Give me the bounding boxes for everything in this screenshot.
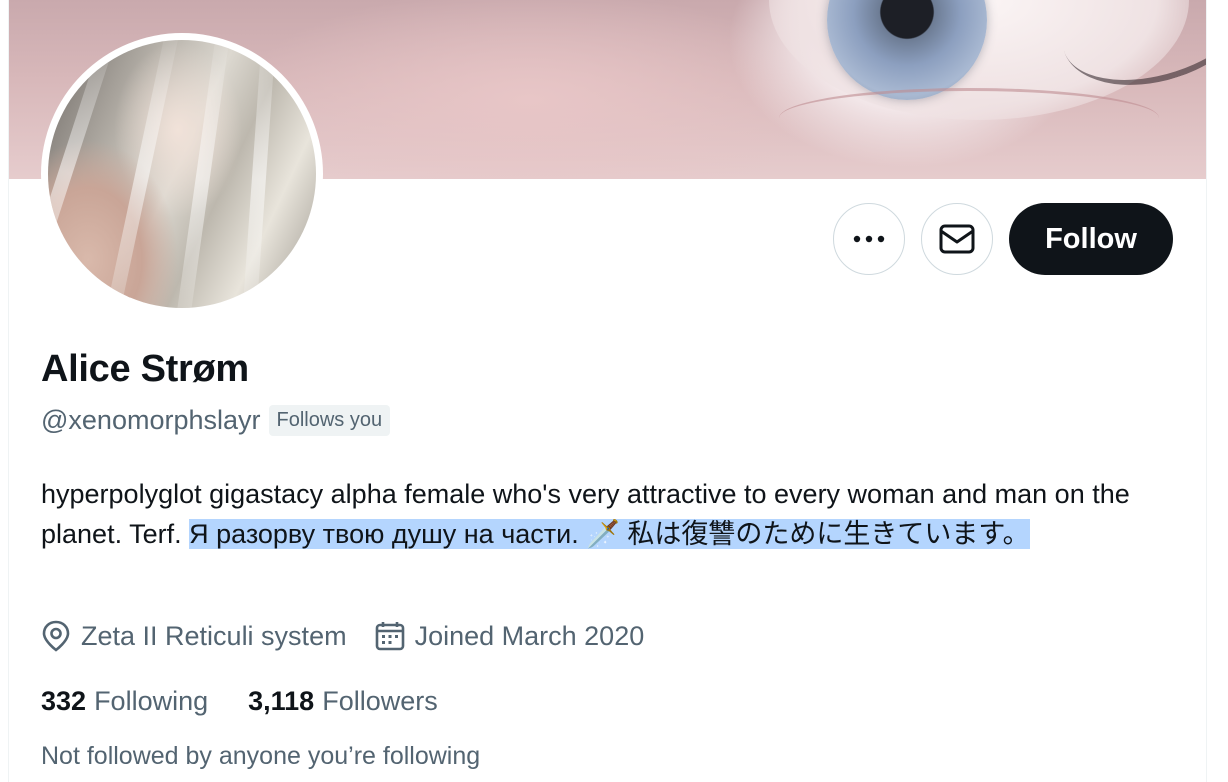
- location-text: Zeta II Reticuli system: [81, 620, 347, 651]
- follow-button[interactable]: Follow: [1009, 203, 1173, 275]
- avatar-image: [48, 40, 316, 308]
- banner-lower-lid: [779, 88, 1159, 148]
- avatar-hair-strand: [173, 40, 232, 308]
- followers-link[interactable]: 3,118 Followers: [248, 686, 438, 717]
- following-label: Following: [94, 685, 209, 716]
- followers-label: Followers: [322, 685, 438, 716]
- message-button[interactable]: [921, 203, 993, 275]
- avatar-hair-strand: [240, 40, 277, 308]
- user-handle: @xenomorphslayr: [41, 404, 261, 435]
- profile-meta: Zeta II Reticuli system Joined March 202…: [41, 616, 644, 656]
- follow-stats: 332 Following 3,118 Followers: [41, 680, 438, 722]
- calendar-icon: [375, 622, 404, 651]
- more-button[interactable]: [833, 203, 905, 275]
- bio-selected-text: Я разорву твою душу на части. 🗡️ 私は復讐のため…: [189, 519, 1030, 549]
- avatar[interactable]: [41, 33, 323, 315]
- display-name: Alice Strøm: [41, 348, 249, 390]
- following-link[interactable]: 332 Following: [41, 686, 208, 717]
- profile-page: Follow Alice Strøm @xenomorphslayr Follo…: [0, 0, 1228, 782]
- profile-bio: hyperpolyglot gigastacy alpha female who…: [41, 474, 1181, 554]
- joined-item: Joined March 2020: [375, 620, 645, 652]
- avatar-hair-strand: [101, 40, 182, 308]
- followers-count: 3,118: [248, 685, 315, 716]
- follows-you-badge: Follows you: [268, 404, 391, 436]
- handle-row: @xenomorphslayr Follows you: [41, 402, 391, 438]
- location-item: Zeta II Reticuli system: [41, 620, 347, 652]
- joined-text: Joined March 2020: [414, 620, 645, 651]
- following-count: 332: [41, 685, 87, 716]
- location-pin-icon: [42, 620, 70, 652]
- envelope-icon: [939, 224, 975, 254]
- ellipsis-icon: [853, 235, 885, 243]
- mutuals-note: Not followed by anyone you’re following: [41, 742, 481, 770]
